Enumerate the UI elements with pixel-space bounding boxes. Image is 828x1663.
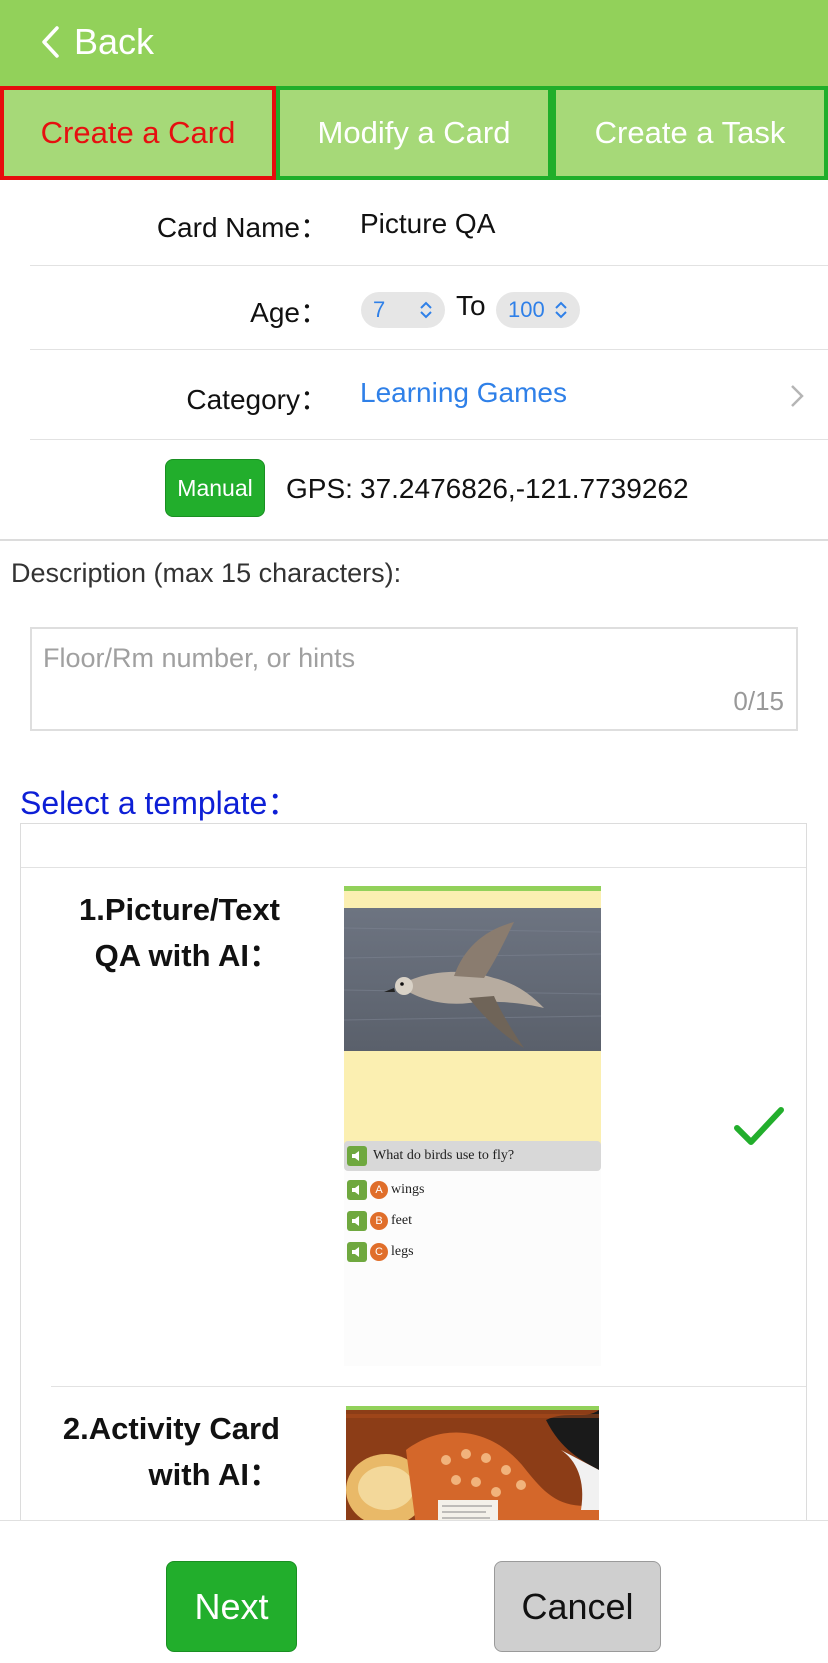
- category-row[interactable]: Category： Learning Games: [30, 350, 828, 440]
- description-placeholder: Floor/Rm number, or hints: [43, 643, 356, 673]
- bird-image: [344, 908, 601, 1051]
- option-text: wings: [391, 1182, 425, 1197]
- template-section-title: Select a template：: [20, 785, 300, 821]
- template-2-preview[interactable]: [346, 1406, 599, 1523]
- description-label: Description (max 15 characters):: [11, 558, 402, 588]
- character-counter: 0/15: [733, 686, 784, 716]
- next-button[interactable]: Next: [166, 1561, 297, 1652]
- speaker-icon: [347, 1146, 367, 1166]
- option-a: A wings: [344, 1175, 424, 1205]
- age-to-value: 100: [508, 297, 545, 322]
- bottom-action-bar: Next Cancel: [0, 1520, 828, 1663]
- age-row: Age： 7 To 100: [30, 266, 828, 350]
- speaker-icon: [347, 1211, 367, 1231]
- card-name-row: Card Name： Picture QA: [30, 180, 828, 266]
- chevron-right-icon: [791, 385, 804, 407]
- age-to-label: To: [456, 290, 486, 321]
- top-bar: Back: [0, 0, 828, 86]
- template-1-preview[interactable]: What do birds use to fly? A wings B feet…: [344, 886, 601, 1366]
- age-label: Age：: [250, 297, 328, 328]
- question-text: What do birds use to fly?: [373, 1148, 515, 1163]
- tab-create-task[interactable]: Create a Task: [552, 86, 828, 180]
- age-from-value: 7: [373, 297, 386, 322]
- option-letter-badge: C: [370, 1243, 388, 1261]
- option-letter-badge: B: [370, 1212, 388, 1230]
- checkmark-icon: [734, 1107, 784, 1145]
- category-value: Learning Games: [360, 377, 568, 408]
- chevron-left-icon: [42, 26, 59, 58]
- cancel-button[interactable]: Cancel: [494, 1561, 661, 1652]
- option-b: B feet: [344, 1206, 412, 1236]
- question-row: What do birds use to fly?: [344, 1141, 601, 1171]
- gps-value: 37.2476826,-121.7739262: [360, 473, 689, 504]
- chevron-updown-icon: [555, 301, 567, 319]
- octopus-image: [346, 1410, 599, 1523]
- option-text: legs: [391, 1244, 414, 1259]
- divider: [0, 539, 828, 541]
- option-letter-badge: A: [370, 1181, 388, 1199]
- speaker-icon: [347, 1242, 367, 1262]
- tab-modify-card[interactable]: Modify a Card: [276, 86, 552, 180]
- category-label: Category：: [186, 384, 328, 415]
- back-label: Back: [74, 21, 155, 62]
- back-button[interactable]: Back: [40, 18, 154, 66]
- description-input[interactable]: Floor/Rm number, or hints 0/15: [30, 627, 798, 731]
- age-to-stepper[interactable]: 100: [496, 292, 580, 328]
- tab-bar: Create a Card Modify a Card Create a Tas…: [0, 86, 828, 180]
- option-text: feet: [391, 1213, 412, 1228]
- chevron-updown-icon: [420, 301, 432, 319]
- gps-label: GPS:: [286, 473, 353, 504]
- card-name-label: Card Name：: [156, 212, 328, 243]
- card-name-field[interactable]: Picture QA: [360, 208, 495, 240]
- age-from-stepper[interactable]: 7: [361, 292, 445, 328]
- template-2-name: 2.Activity Card with AI：: [62, 1411, 280, 1492]
- template-list[interactable]: 1.Picture/Text QA with AI： What do birds…: [20, 823, 807, 1523]
- manual-gps-button[interactable]: Manual: [165, 459, 265, 517]
- option-c: C legs: [344, 1237, 414, 1267]
- tab-create-card[interactable]: Create a Card: [0, 86, 276, 180]
- template-1-name: 1.Picture/Text QA with AI：: [78, 892, 280, 973]
- speaker-icon: [347, 1180, 367, 1200]
